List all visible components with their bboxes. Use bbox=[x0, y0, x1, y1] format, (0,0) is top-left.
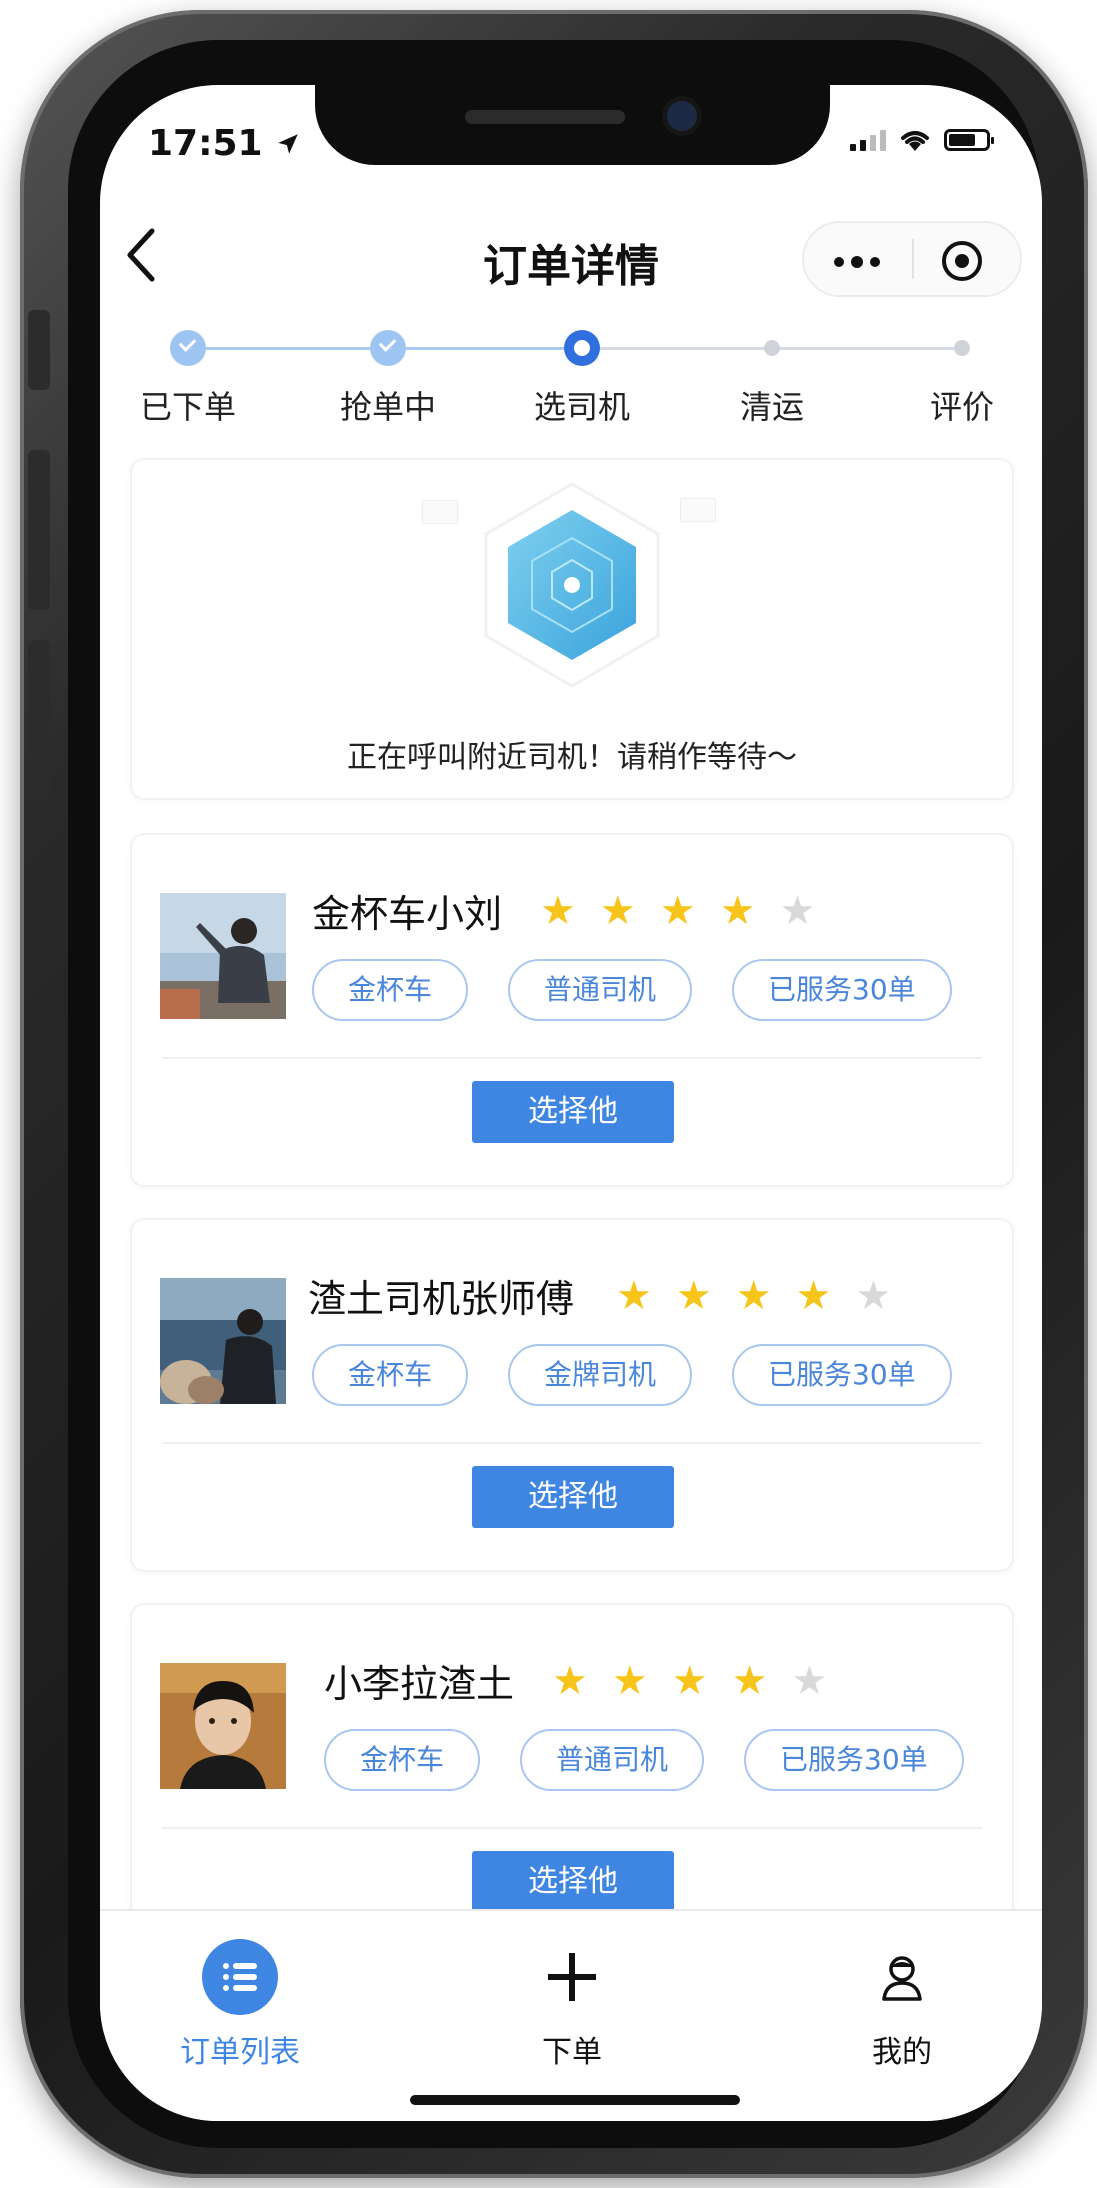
tag-orders-served: 已服务30单 bbox=[744, 1729, 964, 1791]
step-node-grabbing bbox=[370, 330, 406, 366]
capsule-divider bbox=[912, 239, 914, 279]
card-divider bbox=[162, 1827, 982, 1829]
star-icon: ★ bbox=[616, 1273, 652, 1319]
front-camera bbox=[667, 101, 697, 131]
driver-tags: 金杯车 普通司机 已服务30单 bbox=[324, 1729, 964, 1791]
tab-label: 下单 bbox=[542, 2035, 602, 2070]
star-icon: ★ bbox=[659, 888, 696, 934]
step-connector bbox=[388, 347, 582, 350]
step-label: 已下单 bbox=[139, 388, 236, 426]
decorative-marker bbox=[680, 498, 716, 522]
bottom-tab-bar: 订单列表 下单 我的 bbox=[100, 1909, 1042, 2121]
step-label: 评价 bbox=[929, 388, 994, 426]
radar-hexagon-icon bbox=[472, 480, 672, 690]
calling-drivers-card: 正在呼叫附近司机！请稍作等待～ bbox=[132, 460, 1012, 798]
user-icon bbox=[802, 1939, 1002, 2015]
driver-tags: 金杯车 金牌司机 已服务30单 bbox=[312, 1344, 952, 1406]
tag-vehicle-type: 金杯车 bbox=[324, 1729, 481, 1791]
star-icon: ★ bbox=[855, 1273, 892, 1319]
list-icon bbox=[202, 1939, 278, 2015]
tag-driver-level: 金牌司机 bbox=[508, 1344, 693, 1406]
driver-avatar bbox=[160, 1278, 286, 1404]
order-progress-steps: 已下单 抢单中 选司机 清运 评价 bbox=[120, 330, 1020, 430]
step-node-clearing bbox=[764, 340, 780, 356]
step-node-select-driver bbox=[564, 330, 600, 366]
volume-down-button bbox=[28, 640, 50, 800]
step-connector bbox=[582, 347, 772, 350]
rating-stars: ★ ★ ★ ★ ★ bbox=[552, 1661, 827, 1701]
star-icon: ★ bbox=[791, 1658, 828, 1704]
cellular-signal-icon bbox=[850, 129, 886, 151]
select-driver-button[interactable]: 选择他 bbox=[472, 1466, 674, 1528]
tag-orders-served: 已服务30单 bbox=[732, 959, 952, 1021]
star-icon: ★ bbox=[731, 1658, 768, 1704]
status-indicators bbox=[850, 127, 994, 153]
phone-screen: 17:51 订单详情 已下单 抢单中 选司机 清运 评价 正在呼叫附近司机！请稍… bbox=[100, 85, 1042, 2121]
star-icon: ★ bbox=[611, 1658, 648, 1704]
select-driver-button[interactable]: 选择他 bbox=[472, 1081, 674, 1143]
tab-place-order[interactable]: 下单 bbox=[472, 1939, 672, 2071]
driver-card: 渣土司机张师傅 ★ ★ ★ ★ ★ 金杯车 金牌司机 已服务30单 选择他 bbox=[132, 1220, 1012, 1570]
step-node-review bbox=[954, 340, 970, 356]
star-icon: ★ bbox=[795, 1273, 832, 1319]
tag-vehicle-type: 金杯车 bbox=[312, 1344, 469, 1406]
step-connector bbox=[772, 347, 962, 350]
tab-order-list[interactable]: 订单列表 bbox=[140, 1939, 340, 2071]
tab-mine[interactable]: 我的 bbox=[802, 1939, 1002, 2071]
rating-stars: ★ ★ ★ ★ ★ bbox=[616, 1276, 891, 1316]
step-label: 抢单中 bbox=[339, 388, 436, 426]
decorative-marker bbox=[422, 500, 458, 524]
rating-stars: ★ ★ ★ ★ ★ bbox=[540, 891, 815, 931]
battery-icon bbox=[944, 129, 994, 151]
driver-avatar bbox=[160, 1663, 286, 1789]
mini-program-capsule bbox=[802, 221, 1022, 297]
star-icon: ★ bbox=[779, 888, 816, 934]
star-icon: ★ bbox=[552, 1658, 588, 1704]
location-arrow-icon bbox=[278, 134, 298, 154]
step-label: 清运 bbox=[739, 388, 804, 426]
driver-name: 渣土司机张师傅 bbox=[308, 1277, 575, 1321]
tag-driver-level: 普通司机 bbox=[508, 959, 693, 1021]
star-icon: ★ bbox=[735, 1273, 772, 1319]
star-icon: ★ bbox=[719, 888, 756, 934]
step-label: 选司机 bbox=[533, 388, 630, 426]
select-driver-button[interactable]: 选择他 bbox=[472, 1851, 674, 1913]
tag-vehicle-type: 金杯车 bbox=[312, 959, 469, 1021]
volume-up-button bbox=[28, 450, 50, 610]
driver-avatar bbox=[160, 893, 286, 1019]
calling-status-text: 正在呼叫附近司机！请稍作等待～ bbox=[347, 740, 797, 775]
tab-label: 我的 bbox=[872, 2035, 932, 2070]
wifi-icon bbox=[901, 131, 929, 151]
star-icon: ★ bbox=[675, 1273, 712, 1319]
star-icon: ★ bbox=[671, 1658, 708, 1704]
driver-card: 小李拉渣土 ★ ★ ★ ★ ★ 金杯车 普通司机 已服务30单 选择他 bbox=[132, 1605, 1012, 1955]
driver-name: 金杯车小刘 bbox=[312, 892, 503, 936]
driver-tags: 金杯车 普通司机 已服务30单 bbox=[312, 959, 952, 1021]
status-time: 17:51 bbox=[148, 123, 301, 164]
more-dots-icon[interactable] bbox=[834, 256, 880, 268]
plus-icon bbox=[472, 1939, 672, 2015]
tag-orders-served: 已服务30单 bbox=[732, 1344, 952, 1406]
close-miniprogram-icon[interactable] bbox=[942, 241, 982, 281]
speaker-grille bbox=[465, 110, 625, 124]
star-icon: ★ bbox=[599, 888, 636, 934]
card-divider bbox=[162, 1442, 982, 1444]
driver-name: 小李拉渣土 bbox=[324, 1662, 515, 1706]
notch bbox=[315, 85, 830, 165]
tag-driver-level: 普通司机 bbox=[520, 1729, 705, 1791]
mute-switch bbox=[28, 310, 50, 390]
step-connector bbox=[188, 347, 388, 350]
driver-card: 金杯车小刘 ★ ★ ★ ★ ★ 金杯车 普通司机 已服务30单 选择他 bbox=[132, 835, 1012, 1185]
card-divider bbox=[162, 1057, 982, 1059]
home-indicator[interactable] bbox=[410, 2095, 740, 2105]
navigation-bar: 订单详情 bbox=[100, 195, 1042, 305]
step-node-ordered bbox=[170, 330, 206, 366]
tab-label: 订单列表 bbox=[180, 2035, 300, 2070]
star-icon: ★ bbox=[540, 888, 576, 934]
